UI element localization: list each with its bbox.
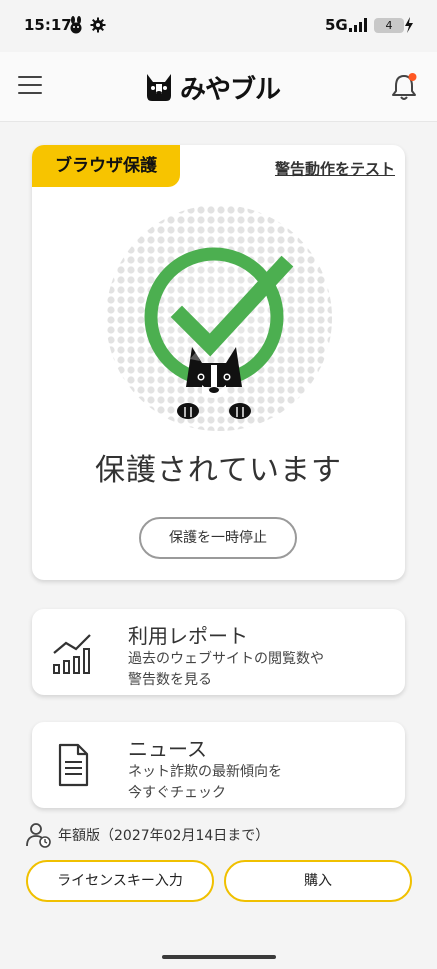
status-time: 15:17 — [24, 16, 72, 34]
gear-icon — [90, 17, 106, 33]
charging-bolt-icon — [405, 17, 413, 33]
bar-chart-icon — [53, 634, 91, 674]
dog-logo-icon — [147, 74, 171, 101]
bell-notification-icon[interactable] — [389, 72, 419, 102]
buy-button[interactable]: 購入 — [224, 860, 412, 902]
browser-protection-tag: ブラウザ保護 — [32, 145, 180, 187]
license-period-text: 年額版（2027年02月14日まで） — [58, 828, 270, 844]
user-clock-icon — [26, 823, 51, 848]
app-bar: みやブル — [0, 52, 437, 122]
status-bar: 15:17 5G 4 — [0, 0, 437, 52]
hamburger-menu-icon[interactable] — [18, 76, 42, 96]
app-logo: みやブル — [144, 70, 281, 105]
bunny-notification-icon — [70, 16, 82, 34]
usage-report-card[interactable]: 利用レポート 過去のウェブサイトの閲覧数や 警告数を見る — [32, 609, 405, 695]
protection-status-text: 保護されています — [94, 453, 343, 488]
protected-status-illustration — [106, 205, 332, 431]
network-type: 5G — [325, 16, 348, 34]
document-icon — [58, 743, 89, 787]
battery-icon: 4 — [374, 18, 404, 33]
usage-report-description: 過去のウェブサイトの閲覧数や 警告数を見る — [128, 651, 324, 688]
news-card[interactable]: ニュース ネット詐欺の最新傾向を 今すぐチェック — [32, 722, 405, 808]
enter-license-key-button[interactable]: ライセンスキー入力 — [26, 860, 214, 902]
protection-card: ブラウザ保護 警告動作をテスト 保護されています 保護を一時停止 — [32, 145, 405, 580]
test-warning-link[interactable]: 警告動作をテスト — [275, 158, 395, 179]
home-indicator[interactable] — [162, 955, 276, 959]
news-title: ニュース — [128, 737, 207, 761]
logo-text: みやブル — [180, 74, 281, 105]
news-description: ネット詐欺の最新傾向を 今すぐチェック — [128, 764, 282, 801]
signal-icon — [349, 18, 367, 32]
usage-report-title: 利用レポート — [128, 624, 248, 648]
license-info: 年額版（2027年02月14日まで） — [26, 822, 269, 848]
pause-protection-button[interactable]: 保護を一時停止 — [139, 517, 297, 559]
